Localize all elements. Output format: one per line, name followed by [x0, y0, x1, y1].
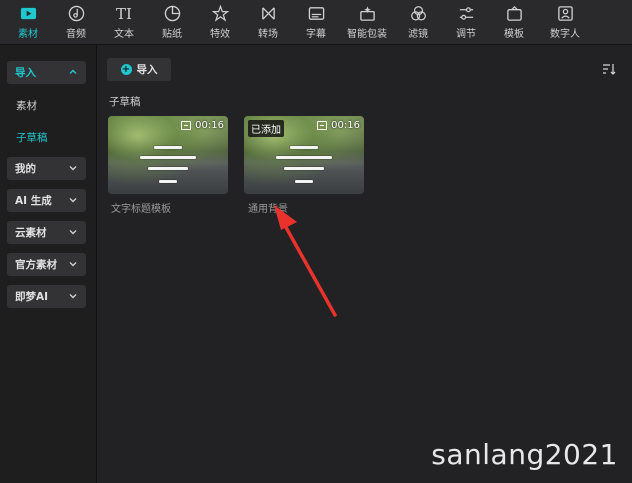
subtitle-icon — [307, 5, 325, 23]
tab-media[interactable]: 素材 — [4, 0, 52, 44]
sidebar-item-label: 我的 — [15, 163, 36, 175]
import-button[interactable]: + 导入 — [107, 58, 171, 81]
tab-sticker[interactable]: 贴纸 — [148, 0, 196, 44]
card-title: 通用背景 — [248, 204, 288, 215]
chevron-down-icon — [69, 262, 77, 267]
tab-effects[interactable]: 特效 — [196, 0, 244, 44]
media-card[interactable]: 已添加 00:16 — [244, 116, 364, 194]
tab-adjust[interactable]: 调节 — [442, 0, 490, 44]
tab-label: 调节 — [456, 28, 476, 40]
tab-text[interactable]: TI 文本 — [100, 0, 148, 44]
tab-label: 字幕 — [306, 28, 326, 40]
section-title: 子草稿 — [109, 96, 141, 108]
added-badge: 已添加 — [248, 120, 284, 137]
adjust-sliders-icon — [457, 5, 475, 23]
media-play-icon — [19, 5, 37, 23]
sidebar-sub-subdraft[interactable]: 子草稿 — [16, 130, 48, 145]
tab-digital-human[interactable]: 数字人 — [538, 0, 592, 44]
sidebar-sub-media[interactable]: 素材 — [16, 98, 37, 113]
media-panel: + 导入 子草稿 00:16 文字标题模板 已添加 00:16 通用背景 — [97, 45, 632, 483]
tab-label: 转场 — [258, 28, 278, 40]
watermark: sanlang2021 — [431, 438, 618, 471]
duration-badge: 00:16 — [181, 120, 224, 131]
duration-text: 00:16 — [331, 120, 360, 131]
tab-label: 特效 — [210, 28, 230, 40]
tab-label: 模板 — [504, 28, 524, 40]
text-tool-icon: TI — [116, 4, 132, 23]
music-note-icon — [67, 5, 85, 23]
tab-smart-package[interactable]: 智能包装 — [340, 0, 394, 44]
tab-label: 滤镜 — [408, 28, 428, 40]
transition-bowtie-icon — [259, 5, 277, 23]
sidebar-item-label: 云素材 — [15, 227, 47, 239]
sidebar-item-ai-generate[interactable]: AI 生成 — [7, 189, 86, 212]
effects-star-icon — [211, 5, 229, 23]
sidebar-item-jimeng-ai[interactable]: 即梦AI — [7, 285, 86, 308]
tab-subtitle[interactable]: 字幕 — [292, 0, 340, 44]
sidebar-item-official[interactable]: 官方素材 — [7, 253, 86, 276]
sort-icon[interactable] — [602, 62, 616, 76]
chevron-down-icon — [69, 166, 77, 171]
filter-icon — [409, 5, 427, 23]
thumbnail-text-lines — [244, 136, 364, 194]
tab-label: 文本 — [114, 28, 134, 40]
chevron-up-icon — [69, 69, 77, 74]
import-button-label: 导入 — [136, 64, 158, 76]
chevron-down-icon — [69, 294, 77, 299]
tab-filter[interactable]: 滤镜 — [394, 0, 442, 44]
sidebar: 导入 素材 子草稿 我的 AI 生成 云素材 官方素材 即梦AI — [0, 45, 97, 483]
duration-badge: 00:16 — [317, 120, 360, 131]
tab-label: 贴纸 — [162, 28, 182, 40]
sidebar-item-label: 导入 — [15, 67, 36, 79]
sidebar-item-mine[interactable]: 我的 — [7, 157, 86, 180]
sidebar-item-label: 即梦AI — [15, 291, 49, 303]
thumbnail-text-lines — [108, 136, 228, 194]
tab-template[interactable]: 模板 — [490, 0, 538, 44]
caption-icon — [317, 121, 328, 130]
tab-label: 智能包装 — [347, 28, 387, 40]
top-toolbar: 素材 音频 TI 文本 贴纸 特效 转场 字幕 智能包装 滤镜 调节 模板 数字… — [0, 0, 632, 45]
media-card[interactable]: 00:16 — [108, 116, 228, 194]
tab-audio[interactable]: 音频 — [52, 0, 100, 44]
digital-human-icon — [556, 5, 574, 23]
tab-label: 数字人 — [550, 28, 580, 40]
tab-label: 音频 — [66, 28, 86, 40]
caption-icon — [181, 121, 192, 130]
sidebar-item-import[interactable]: 导入 — [7, 61, 86, 84]
sidebar-item-label: 官方素材 — [15, 259, 57, 271]
sidebar-item-cloud[interactable]: 云素材 — [7, 221, 86, 244]
plus-icon: + — [120, 64, 132, 75]
smart-package-icon — [358, 5, 376, 23]
tab-transition[interactable]: 转场 — [244, 0, 292, 44]
card-title: 文字标题模板 — [111, 204, 171, 215]
sticker-icon — [163, 5, 181, 23]
chevron-down-icon — [69, 198, 77, 203]
tab-label: 素材 — [18, 28, 38, 40]
duration-text: 00:16 — [195, 120, 224, 131]
chevron-down-icon — [69, 230, 77, 235]
template-icon — [505, 5, 523, 23]
sidebar-item-label: AI 生成 — [15, 195, 52, 207]
